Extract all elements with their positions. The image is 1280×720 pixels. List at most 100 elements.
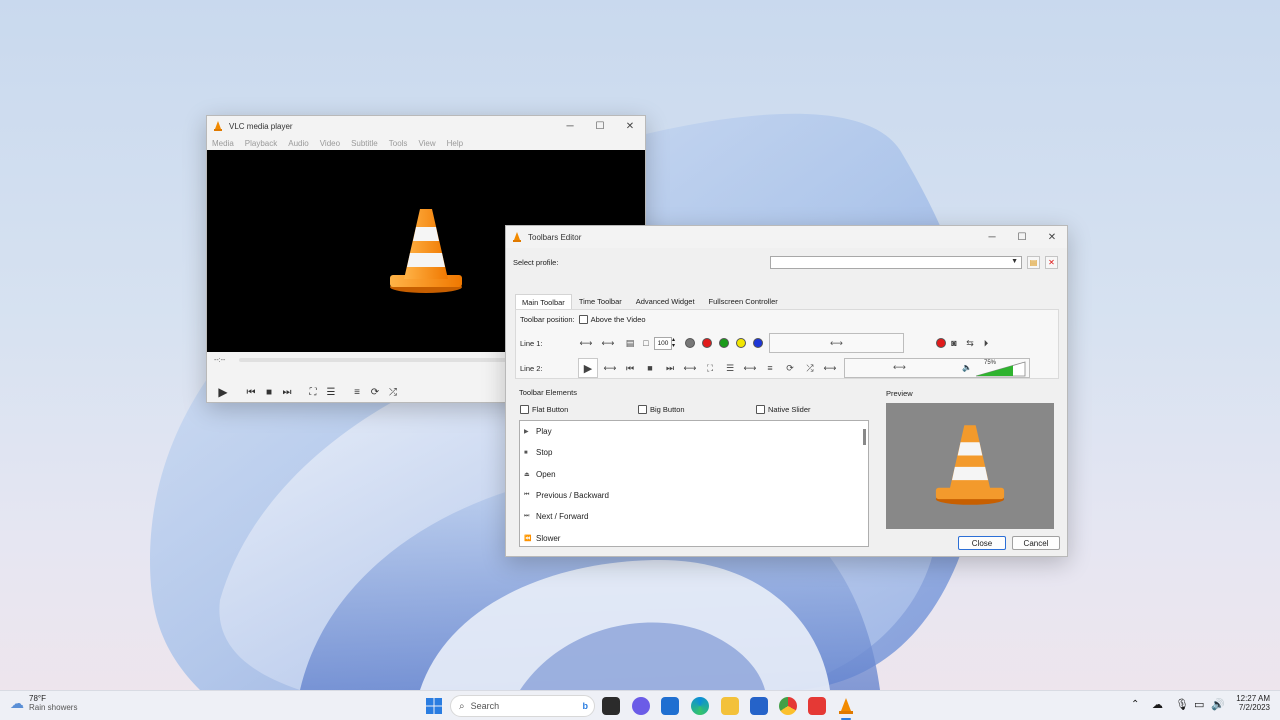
blue-dot-icon[interactable] [753, 338, 763, 348]
spacer-icon[interactable]: ⟷ [822, 360, 838, 376]
toolbar-elements-list[interactable]: ▶ Play ■ Stop ⏏ Open ⏮ Previous / Backward ⏭… [519, 420, 869, 547]
cancel-button[interactable]: Cancel [1012, 536, 1060, 550]
previous-button[interactable]: ⏮ [242, 383, 260, 401]
stop-icon[interactable]: ■ [642, 360, 658, 376]
list-item[interactable]: ⏮ Previous / Backward [520, 485, 868, 506]
spacer-icon[interactable]: ⟷ [578, 335, 594, 351]
list-item[interactable]: ■ Stop [520, 442, 868, 463]
taskbar-search[interactable]: ⌕ Search b [450, 695, 595, 717]
volume-icon[interactable]: 🔊 [1211, 698, 1225, 711]
wps-office-icon[interactable] [808, 697, 826, 715]
network-icon[interactable]: ▭ [1194, 698, 1204, 711]
seek-slider-slot[interactable]: ⟷ [769, 333, 904, 353]
mail-icon[interactable] [661, 697, 679, 715]
fullscreen-icon[interactable]: ⛶ [702, 360, 718, 376]
windows-icon [426, 698, 442, 714]
flat-button-checkbox[interactable] [520, 405, 529, 414]
list-item[interactable]: ▶ Play [520, 421, 868, 442]
list-item[interactable]: ⏏ Open [520, 464, 868, 485]
menu-playback[interactable]: Playback [245, 139, 277, 148]
big-button-checkbox[interactable] [638, 405, 647, 414]
next-icon[interactable]: ⏭ [662, 360, 678, 376]
spacer-icon[interactable]: ⟷ [682, 360, 698, 376]
store-icon[interactable] [750, 697, 768, 715]
tray-chevron-icon[interactable]: ⌃ [1131, 699, 1139, 710]
shuffle-button[interactable]: ⤮ [384, 383, 402, 401]
fullscreen-button[interactable]: ⛶ [304, 383, 322, 401]
snapshot-icon[interactable]: ◙ [946, 335, 962, 351]
loop-icon[interactable]: ⟳ [782, 360, 798, 376]
edge-icon[interactable] [691, 697, 709, 715]
task-view-icon[interactable] [602, 697, 620, 715]
tab-main-toolbar[interactable]: Main Toolbar [515, 294, 572, 309]
spacer-icon[interactable]: ⟷ [742, 360, 758, 376]
gray-dot-icon[interactable] [685, 338, 695, 348]
menu-view[interactable]: View [418, 139, 435, 148]
vlc-title-bar[interactable]: VLC media player ─ ☐ ✕ [207, 116, 645, 136]
chrome-icon[interactable] [779, 697, 797, 715]
clock[interactable]: 12:27 AM 7/2/2023 [1230, 694, 1270, 712]
extended-settings-button[interactable]: ☰ [322, 383, 340, 401]
volume-slot[interactable]: ⟷ 🔈 75% [844, 358, 1030, 378]
close-button[interactable]: Close [958, 536, 1006, 550]
eject-icon: ⏏ [524, 471, 530, 478]
editor-title-bar[interactable]: Toolbars Editor ─ ☐ ✕ [506, 226, 1067, 248]
start-button[interactable] [425, 697, 443, 715]
play-button[interactable]: ▶ [212, 381, 234, 403]
record-icon[interactable] [936, 338, 946, 348]
spacer-icon[interactable]: ⟷ [600, 335, 616, 351]
vlc-taskbar-icon[interactable] [837, 697, 855, 715]
extended-settings-icon[interactable]: ☰ [722, 360, 738, 376]
minimize-button[interactable]: ─ [977, 227, 1007, 247]
green-dot-icon[interactable] [719, 338, 729, 348]
tab-time-toolbar[interactable]: Time Toolbar [572, 294, 629, 309]
native-slider-checkbox[interactable] [756, 405, 765, 414]
list-item-label: Previous / Backward [536, 491, 609, 501]
clock-time: 12:27 AM [1236, 694, 1270, 703]
minimize-button[interactable]: ─ [555, 116, 585, 136]
next-button[interactable]: ⏭ [278, 383, 296, 401]
blank-icon[interactable]: □ [638, 335, 654, 351]
menu-subtitle[interactable]: Subtitle [351, 139, 378, 148]
maximize-button[interactable]: ☐ [1007, 227, 1037, 247]
red-dot-icon[interactable] [702, 338, 712, 348]
tab-fullscreen-controller[interactable]: Fullscreen Controller [702, 294, 785, 309]
close-window-button[interactable]: ✕ [1037, 227, 1067, 247]
stop-button[interactable]: ■ [260, 383, 278, 401]
menu-help[interactable]: Help [447, 139, 463, 148]
menu-tools[interactable]: Tools [389, 139, 408, 148]
onedrive-icon[interactable]: ☁ [1152, 698, 1163, 711]
list-item[interactable]: ⏪ Slower [520, 527, 868, 546]
menu-media[interactable]: Media [212, 139, 234, 148]
playlist-button[interactable]: ≡ [348, 383, 366, 401]
save-profile-button[interactable]: ▤ [1027, 256, 1040, 269]
tab-advanced-widget[interactable]: Advanced Widget [629, 294, 702, 309]
frame-step-icon[interactable]: ⏵ [978, 335, 994, 351]
line2-label: Line 2: [520, 363, 543, 373]
menu-audio[interactable]: Audio [288, 139, 308, 148]
shuffle-icon[interactable]: ⤮ [802, 360, 818, 376]
vlc-cone-icon [839, 698, 853, 714]
frame-by-frame-icon[interactable]: ▤ [622, 335, 638, 351]
chat-icon[interactable] [632, 697, 650, 715]
ab-loop-icon[interactable]: ⇆ [962, 335, 978, 351]
spacer-icon[interactable]: ⟷ [602, 360, 618, 376]
loop-button[interactable]: ⟳ [366, 383, 384, 401]
yellow-dot-icon[interactable] [736, 338, 746, 348]
microphone-icon[interactable]: 🎙 [1175, 698, 1189, 711]
close-window-button[interactable]: ✕ [615, 116, 645, 136]
menu-video[interactable]: Video [320, 139, 340, 148]
file-explorer-icon[interactable] [721, 697, 739, 715]
maximize-button[interactable]: ☐ [585, 116, 615, 136]
play-icon[interactable]: ▶ [578, 358, 598, 378]
spin-arrows-icon[interactable]: ▴ ▾ [672, 337, 679, 349]
profile-combo[interactable]: ▼ [770, 256, 1022, 269]
delete-profile-button[interactable]: ✕ [1045, 256, 1058, 269]
playlist-icon[interactable]: ≡ [762, 360, 778, 376]
previous-icon[interactable]: ⏮ [622, 360, 638, 376]
list-item[interactable]: ⏭ Next / Forward [520, 506, 868, 527]
list-scrollbar[interactable] [863, 429, 866, 445]
weather-widget[interactable]: ☁ 78°F Rain showers [10, 694, 77, 712]
above-video-checkbox[interactable] [578, 315, 588, 324]
zoom-spinbox[interactable]: 100 [654, 336, 672, 350]
